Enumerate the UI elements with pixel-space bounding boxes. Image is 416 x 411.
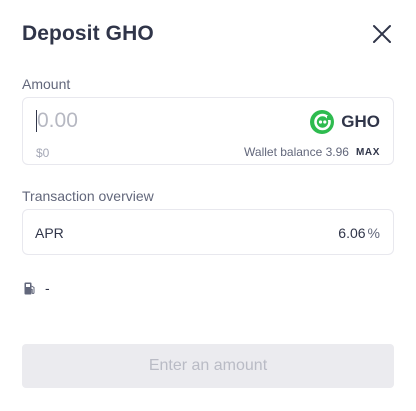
apr-value-group: 6.06% — [338, 225, 380, 241]
apr-label: APR — [35, 225, 64, 241]
wallet-balance-row: Wallet balance 3.96 MAX — [244, 145, 380, 159]
gas-estimate: - — [24, 280, 50, 296]
submit-button[interactable]: Enter an amount — [22, 344, 394, 388]
max-button[interactable]: MAX — [356, 147, 380, 158]
token-selector: GHO — [310, 110, 380, 134]
text-caret — [36, 110, 37, 132]
wallet-balance: Wallet balance 3.96 — [244, 145, 349, 159]
amount-input-box: GHO $0 Wallet balance 3.96 MAX — [22, 97, 394, 165]
overview-label: Transaction overview — [22, 188, 154, 204]
token-symbol: GHO — [341, 112, 380, 131]
gho-token-icon — [310, 110, 335, 134]
modal-title: Deposit GHO — [22, 22, 154, 45]
apr-unit: % — [367, 225, 380, 241]
transaction-overview: APR 6.06% — [22, 209, 394, 255]
apr-value: 6.06 — [338, 225, 366, 241]
amount-input[interactable] — [35, 108, 255, 134]
close-button[interactable] — [372, 24, 392, 44]
close-icon — [373, 25, 391, 43]
gas-value: - — [45, 280, 50, 296]
usd-value: $0 — [36, 146, 50, 160]
gas-pump-icon — [24, 282, 35, 294]
amount-label: Amount — [22, 76, 71, 92]
